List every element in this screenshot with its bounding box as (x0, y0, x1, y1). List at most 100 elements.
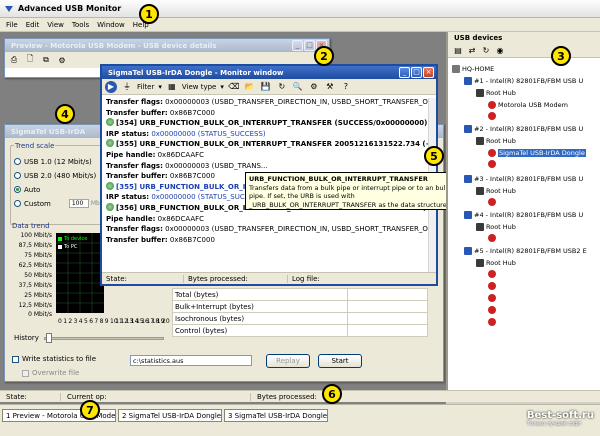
grid-icon[interactable]: ▦ (166, 81, 178, 93)
tree-node[interactable]: Root Hub (476, 258, 516, 268)
tree-node[interactable]: #1 - Intel(R) 82801FB/FBM USB U (464, 76, 583, 86)
filter-icon[interactable]: ⏚ (121, 81, 133, 93)
radio-usb1-dot[interactable] (14, 158, 21, 165)
radio-auto-dot[interactable] (14, 186, 21, 193)
replay-button[interactable]: Replay (266, 354, 310, 368)
copy-icon[interactable]: ⧉ (40, 54, 52, 66)
refresh-icon[interactable]: ↻ (276, 81, 288, 93)
watermark: Best-soft.ru Только лучшие софт (526, 410, 594, 427)
list-item[interactable]: Transfer flags: 0x00000003 (USBD_TRANSFE… (102, 97, 436, 108)
devices-refresh-icon[interactable]: ↻ (480, 44, 492, 56)
overwrite-check[interactable] (22, 369, 29, 377)
y-tick: 0 Mbit/s (28, 311, 52, 318)
list-item[interactable]: IRP status: 0x00000000 (STATUS_SUCCESS) (102, 129, 436, 140)
list-item[interactable]: [355] URB_FUNCTION_BULK_OR_INTERRUPT_TRA… (102, 139, 436, 150)
usb-port-icon[interactable] (488, 160, 496, 168)
radio-custom-dot[interactable] (14, 200, 21, 207)
filter-button[interactable]: Filter (137, 83, 154, 91)
monitor-status-state: State: (102, 274, 184, 283)
history-slider-thumb[interactable] (46, 333, 52, 343)
tree-node[interactable]: SigmaTel USB-IrDA Dongle (488, 148, 586, 158)
radio-usb2-dot[interactable] (14, 172, 21, 179)
tree-node[interactable]: #5 - Intel(R) 82801FB/FBM USB2 E (464, 246, 587, 256)
menu-view[interactable]: View (47, 21, 64, 29)
save-icon[interactable]: 💾 (260, 81, 272, 93)
tree-node[interactable]: #3 - Intel(R) 82801FB/FBM USB U (464, 174, 583, 184)
list-item[interactable]: Transfer buffer: 0x86B7C000 (102, 108, 436, 119)
data-trend-chart: To device To PC (56, 233, 104, 313)
history-slider[interactable] (44, 337, 164, 340)
view-type-button[interactable]: View type (182, 83, 216, 91)
overwrite-checkbox[interactable]: Overwrite file (22, 369, 79, 377)
devices-monitor-icon[interactable]: ◉ (494, 44, 506, 56)
write-stats-checkbox[interactable]: Write statistics to file (12, 355, 96, 363)
document-icon[interactable]: 🗋 (24, 54, 36, 66)
tree-node[interactable]: Root Hub (476, 222, 516, 232)
list-item[interactable]: Pipe handle: 0x86DCAAFC (102, 214, 436, 225)
view-type-dropdown-icon[interactable]: ▾ (220, 83, 224, 91)
tree-node[interactable]: #2 - Intel(R) 82801FB/FBM USB U (464, 124, 583, 134)
write-stats-check[interactable] (12, 355, 19, 363)
play-icon[interactable]: ▶ (105, 80, 117, 93)
radio-auto[interactable]: Auto (14, 184, 109, 195)
usb-port-icon[interactable] (488, 318, 496, 326)
stats-path-input[interactable]: c:\statistics.aus (130, 355, 252, 366)
devices-connection-icon[interactable]: ⇄ (466, 44, 478, 56)
tree-node[interactable]: HQ-HOME (452, 64, 494, 74)
usb-devices-toolbar: ▤ ⇄ ↻ ◉ (448, 44, 600, 58)
list-item[interactable]: Transfer flags: 0x00000003 (USBD_TRANS..… (102, 161, 436, 172)
window-tab-2[interactable]: 2 SigmaTel USB-IrDA Dongle - ... (118, 409, 222, 422)
usb-port-icon[interactable] (488, 294, 496, 302)
usb-icon[interactable]: ⚙ (56, 54, 68, 66)
settings-icon[interactable]: ⚒ (324, 81, 336, 93)
menu-window[interactable]: Window (97, 21, 125, 29)
list-item[interactable]: Transfer buffer: 0x86B7C000 (102, 235, 436, 246)
monitor-close-button[interactable]: × (423, 67, 434, 78)
tree-node[interactable]: #4 - Intel(R) 82801FB/FBM USB U (464, 210, 583, 220)
x-tick: 20 (162, 318, 170, 325)
open-folder-icon[interactable]: 📂 (244, 81, 256, 93)
usb-port-icon[interactable] (488, 198, 496, 206)
tree-node[interactable]: Root Hub (476, 186, 516, 196)
menu-file[interactable]: File (6, 21, 18, 29)
usb-port-icon[interactable] (488, 112, 496, 120)
window-tab-3[interactable]: 3 SigmaTel USB-IrDA Dongle - ... (224, 409, 328, 422)
field-value: 0x00000003 (USBD_TRANS... (162, 161, 268, 170)
radio-custom[interactable]: Custom 100 Mbit/s (14, 198, 109, 209)
filter-dropdown-icon[interactable]: ▾ (158, 83, 162, 91)
menu-edit[interactable]: Edit (26, 21, 40, 29)
monitor-maximize-button[interactable]: □ (411, 67, 422, 78)
controller-icon (464, 125, 472, 133)
help-icon[interactable]: ? (340, 81, 352, 93)
monitor-window-titlebar[interactable]: SigmaTel USB-IrDA Dongle - Monitor windo… (102, 66, 436, 79)
list-item[interactable]: Transfer flags: 0x00000003 (USBD_TRANSFE… (102, 224, 436, 235)
list-item[interactable]: Pipe handle: 0x86DCAAFC (102, 150, 436, 161)
tree-node[interactable]: Root Hub (476, 88, 516, 98)
devices-view-icon[interactable]: ▤ (452, 44, 464, 56)
usb-port-icon[interactable] (488, 306, 496, 314)
radio-usb2[interactable]: USB 2.0 (480 Mbit/s) (14, 170, 109, 181)
usb-port-icon[interactable] (488, 270, 496, 278)
tree-node[interactable]: Motorola USB Modem (488, 100, 568, 110)
start-button[interactable]: Start (318, 354, 362, 368)
usb-device-icon (488, 101, 496, 109)
usb-port-icon[interactable] (488, 282, 496, 290)
custom-value-input[interactable]: 100 (68, 199, 89, 208)
list-item[interactable]: [354] URB_FUNCTION_BULK_OR_INTERRUPT_TRA… (102, 118, 436, 129)
preview-maximize-button[interactable]: □ (304, 40, 315, 51)
tree-node[interactable]: Root Hub (476, 136, 516, 146)
x-tick: 5 (84, 318, 88, 325)
preview-window-title: Preview - Motorola USB Modem - USB devic… (11, 41, 217, 50)
preview-window-titlebar[interactable]: Preview - Motorola USB Modem - USB devic… (5, 39, 329, 52)
usb-port-icon[interactable] (488, 234, 496, 242)
radio-usb1[interactable]: USB 1.0 (12 Mbit/s) (14, 156, 109, 167)
find-icon[interactable]: 🔍 (292, 81, 304, 93)
preview-minimize-button[interactable]: _ (292, 40, 303, 51)
monitor-statusbar: State: Bytes processed: Log file: (102, 272, 436, 284)
print-icon[interactable]: ⎙ (8, 54, 20, 66)
usb-plug-icon[interactable]: ⚙ (308, 81, 320, 93)
menu-tools[interactable]: Tools (72, 21, 89, 29)
monitor-minimize-button[interactable]: _ (399, 67, 410, 78)
clear-icon[interactable]: ⌫ (228, 81, 240, 93)
field-value: 0x86DCAAFC (155, 150, 205, 159)
